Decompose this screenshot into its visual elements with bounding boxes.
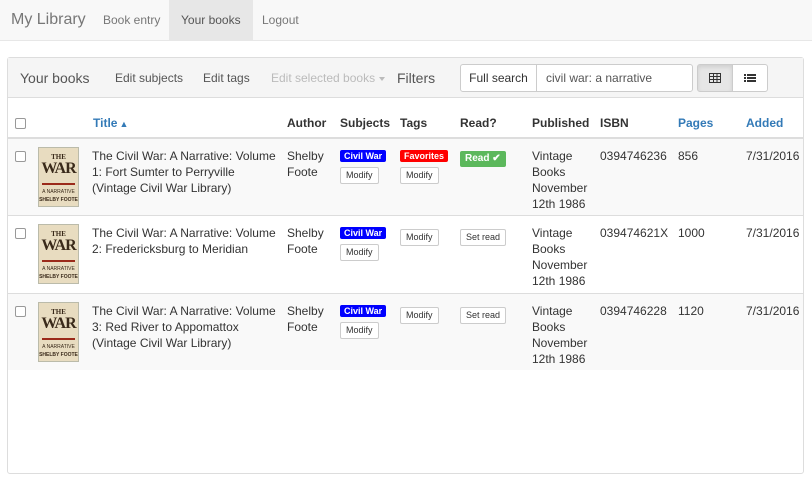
cover-rule — [42, 183, 75, 185]
cover-subtitle: A NARRATIVE — [42, 344, 75, 350]
published-date: November 12th 1986 — [532, 181, 588, 211]
column-subjects: Subjects — [340, 116, 391, 130]
book-cover-image[interactable]: THE WAR A NARRATIVE SHELBY FOOTE — [38, 147, 79, 207]
read-status-badge[interactable]: Read ✔ — [460, 151, 506, 167]
sort-asc-icon: ▲ — [119, 119, 129, 129]
book-pages: 856 — [678, 149, 699, 163]
cover-rule — [42, 338, 75, 340]
publisher: Vintage Books — [532, 226, 573, 256]
tag-label[interactable]: Favorites — [400, 150, 449, 162]
book-isbn: 0394746228 — [600, 304, 667, 318]
column-tags: Tags — [400, 116, 428, 130]
check-icon: ✔ — [492, 153, 501, 164]
edit-selected-label: Edit selected books — [271, 71, 376, 85]
edit-subjects-link[interactable]: Edit subjects — [115, 58, 183, 98]
table-row: THE WAR A NARRATIVE SHELBY FOOTE The Civ… — [8, 215, 803, 292]
book-author: Shelby Foote — [287, 149, 324, 179]
row-checkbox[interactable] — [15, 306, 26, 317]
nav-logout[interactable]: Logout — [250, 0, 311, 40]
book-added: 7/31/2016 — [746, 304, 800, 318]
edit-tags-link[interactable]: Edit tags — [203, 58, 250, 98]
book-added: 7/31/2016 — [746, 149, 800, 163]
book-cover-image[interactable]: THE WAR A NARRATIVE SHELBY FOOTE — [38, 224, 79, 284]
book-author: Shelby Foote — [287, 304, 324, 334]
subject-label[interactable]: Civil War — [340, 227, 387, 239]
books-panel: Your books Edit subjects Edit tags Edit … — [7, 57, 804, 474]
cover-title: WAR — [41, 160, 76, 177]
nav-your-books[interactable]: Your books — [169, 0, 253, 40]
cover-author: SHELBY FOOTE — [39, 352, 78, 358]
column-title-sort[interactable]: Title ▲ — [93, 116, 128, 130]
nav-book-entry[interactable]: Book entry — [91, 0, 172, 40]
modify-subjects-button[interactable]: Modify — [340, 167, 379, 184]
column-pages-sort[interactable]: Pages — [678, 116, 713, 130]
book-published: Vintage Books November 12th 1986 — [532, 303, 592, 367]
published-date: November 12th 1986 — [532, 258, 588, 288]
cover-rule — [42, 260, 75, 262]
column-author: Author — [287, 116, 327, 130]
table-grid-icon — [709, 73, 721, 83]
book-isbn: 0394746236 — [600, 149, 667, 163]
book-pages: 1000 — [678, 226, 705, 240]
top-navbar: My Library Book entry Your books Logout — [0, 0, 812, 41]
list-icon — [744, 74, 756, 82]
brand-logo[interactable]: My Library — [11, 0, 86, 40]
panel-header: Your books Edit subjects Edit tags Edit … — [8, 58, 803, 98]
published-date: November 12th 1986 — [532, 336, 588, 366]
cover-author: SHELBY FOOTE — [39, 274, 78, 280]
column-added-sort[interactable]: Added — [746, 116, 783, 130]
filters-label: Filters — [397, 70, 436, 86]
column-read: Read? — [460, 116, 497, 130]
book-title[interactable]: The Civil War: A Narrative: Volume 3: Re… — [92, 303, 282, 351]
panel-title: Your books — [20, 70, 90, 86]
table-row: THE WAR A NARRATIVE SHELBY FOOTE The Civ… — [8, 293, 803, 370]
modify-subjects-button[interactable]: Modify — [340, 244, 379, 261]
book-title[interactable]: The Civil War: A Narrative: Volume 1: Fo… — [92, 148, 282, 196]
table-view-button[interactable] — [697, 64, 733, 92]
book-author: Shelby Foote — [287, 226, 324, 256]
search-input[interactable] — [536, 64, 693, 92]
modify-subjects-button[interactable]: Modify — [340, 322, 379, 339]
set-read-button[interactable]: Set read — [460, 229, 507, 246]
book-pages: 1120 — [678, 304, 704, 318]
cover-subtitle: A NARRATIVE — [42, 266, 75, 272]
cover-title: WAR — [41, 237, 76, 254]
modify-tags-button[interactable]: Modify — [400, 307, 439, 324]
cover-author: SHELBY FOOTE — [39, 197, 78, 203]
book-title[interactable]: The Civil War: A Narrative: Volume 2: Fr… — [92, 225, 282, 257]
publisher: Vintage Books — [532, 149, 573, 179]
subject-label[interactable]: Civil War — [340, 305, 387, 317]
cover-title: WAR — [41, 315, 76, 332]
column-isbn: ISBN — [600, 116, 629, 130]
table-row: THE WAR A NARRATIVE SHELBY FOOTE The Civ… — [8, 138, 803, 215]
book-added: 7/31/2016 — [746, 226, 800, 240]
publisher: Vintage Books — [532, 304, 573, 334]
book-published: Vintage Books November 12th 1986 — [532, 225, 592, 289]
full-search-button[interactable]: Full search — [460, 64, 537, 92]
book-isbn: 039474621X — [600, 226, 669, 240]
set-read-button[interactable]: Set read — [460, 307, 507, 324]
book-cover-image[interactable]: THE WAR A NARRATIVE SHELBY FOOTE — [38, 302, 79, 362]
row-checkbox[interactable] — [15, 151, 26, 162]
column-published: Published — [532, 116, 590, 130]
modify-tags-button[interactable]: Modify — [400, 167, 439, 184]
list-view-button[interactable] — [732, 64, 768, 92]
caret-down-icon — [379, 76, 386, 81]
search-group: Full search — [460, 64, 693, 92]
select-all-checkbox[interactable] — [15, 118, 26, 129]
subject-label[interactable]: Civil War — [340, 150, 387, 162]
edit-selected-books-dropdown[interactable]: Edit selected books — [271, 58, 386, 98]
row-checkbox[interactable] — [15, 228, 26, 239]
modify-tags-button[interactable]: Modify — [400, 229, 439, 246]
column-title-label: Title — [93, 116, 118, 130]
read-status-text: Read — [465, 153, 490, 164]
book-published: Vintage Books November 12th 1986 — [532, 148, 592, 212]
cover-subtitle: A NARRATIVE — [42, 189, 75, 195]
